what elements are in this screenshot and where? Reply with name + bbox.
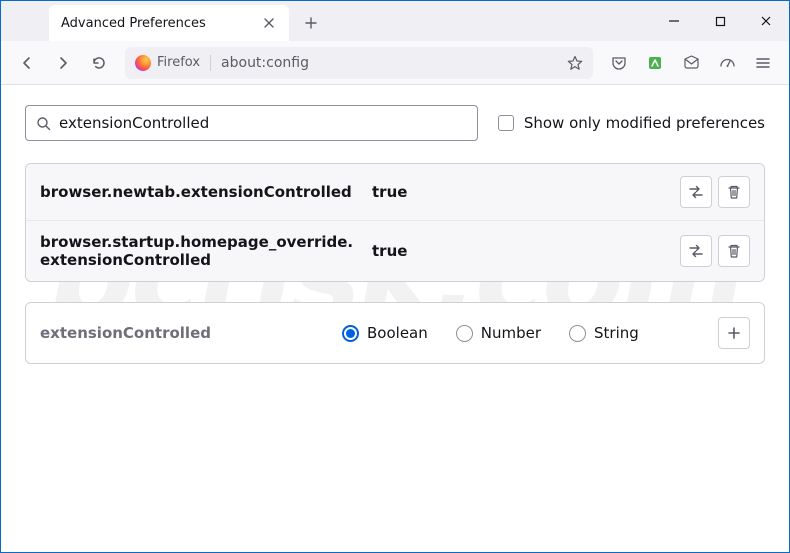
radio-boolean[interactable]: Boolean (342, 324, 428, 342)
search-row: Show only modified preferences (25, 105, 765, 141)
checkbox-label: Show only modified preferences (524, 114, 765, 132)
radio-label: String (594, 324, 639, 342)
navigation-toolbar: Firefox about:config (1, 41, 789, 85)
active-tab[interactable]: Advanced Preferences (49, 5, 289, 41)
back-button[interactable] (11, 47, 43, 79)
toggle-button[interactable] (680, 235, 712, 267)
new-pref-name: extensionControlled (40, 324, 330, 342)
pocket-button[interactable] (603, 47, 635, 79)
url-bar[interactable]: Firefox about:config (125, 47, 593, 79)
url-text: about:config (221, 55, 557, 71)
pref-value: true (372, 242, 668, 260)
identity-label: Firefox (157, 55, 200, 70)
forward-button[interactable] (47, 47, 79, 79)
new-preference-block: extensionControlled Boolean Number Strin… (25, 302, 765, 364)
minimize-button[interactable] (651, 1, 697, 41)
show-modified-checkbox[interactable]: Show only modified preferences (498, 114, 765, 132)
checkbox-icon (498, 115, 514, 131)
search-icon (36, 116, 51, 131)
radio-icon (569, 325, 586, 342)
identity-box[interactable]: Firefox (135, 55, 211, 71)
app-menu-button[interactable] (747, 47, 779, 79)
pref-value: true (372, 183, 668, 201)
pref-actions (680, 235, 750, 267)
preferences-table: browser.newtab.extensionControlled true … (25, 163, 765, 282)
pref-name: browser.newtab.extensionControlled (40, 183, 360, 201)
pref-row[interactable]: browser.startup.homepage_override.extens… (26, 221, 764, 281)
add-pref-button[interactable] (718, 317, 750, 349)
new-pref-row: extensionControlled Boolean Number Strin… (26, 303, 764, 363)
delete-button[interactable] (718, 235, 750, 267)
radio-string[interactable]: String (569, 324, 639, 342)
window-controls (651, 1, 789, 41)
search-box[interactable] (25, 105, 478, 141)
radio-label: Number (481, 324, 541, 342)
delete-button[interactable] (718, 176, 750, 208)
pref-name: browser.startup.homepage_override.extens… (40, 233, 360, 269)
maximize-button[interactable] (697, 1, 743, 41)
new-tab-button[interactable] (295, 7, 327, 39)
bookmark-star-icon[interactable] (567, 55, 583, 71)
reload-button[interactable] (83, 47, 115, 79)
type-radio-group: Boolean Number String (342, 324, 706, 342)
toggle-button[interactable] (680, 176, 712, 208)
tab-bar: Advanced Preferences (1, 1, 789, 41)
close-window-button[interactable] (743, 1, 789, 41)
radio-icon (342, 325, 359, 342)
radio-icon (456, 325, 473, 342)
radio-label: Boolean (367, 324, 428, 342)
tab-title: Advanced Preferences (61, 16, 206, 31)
extension-button[interactable] (639, 47, 671, 79)
close-tab-button[interactable] (261, 15, 277, 31)
radio-number[interactable]: Number (456, 324, 541, 342)
pref-row[interactable]: browser.newtab.extensionControlled true (26, 164, 764, 221)
dashboard-button[interactable] (711, 47, 743, 79)
firefox-logo-icon (135, 55, 151, 71)
pref-actions (680, 176, 750, 208)
search-input[interactable] (59, 114, 467, 132)
mail-button[interactable] (675, 47, 707, 79)
about-config-content: Show only modified preferences browser.n… (1, 85, 789, 384)
